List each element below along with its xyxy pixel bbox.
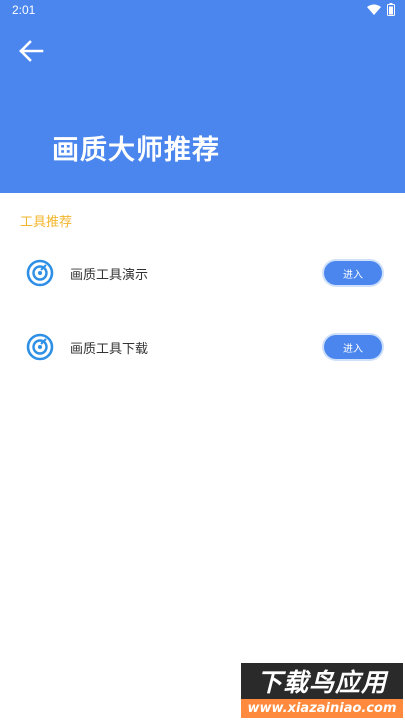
wifi-icon (367, 4, 381, 15)
arrow-left-icon (19, 40, 44, 62)
target-icon (26, 333, 54, 361)
watermark: 下载鸟应用 www.xiazainiao.com (241, 663, 403, 718)
target-icon (26, 259, 54, 287)
app-header: 2:01 画质大师推荐 (0, 0, 405, 193)
battery-icon (387, 3, 395, 16)
tool-item-label: 画质工具演示 (70, 268, 149, 283)
section-title: 工具推荐 (20, 215, 73, 230)
page-title: 画质大师推荐 (52, 135, 220, 166)
watermark-title: 下载鸟应用 (241, 663, 403, 699)
enter-button[interactable]: 进入 (324, 261, 382, 285)
back-button[interactable] (16, 37, 46, 65)
status-time: 2:01 (12, 3, 36, 17)
tool-item-demo[interactable]: 画质工具演示 进入 (0, 252, 405, 292)
tool-item-label: 画质工具下载 (70, 342, 149, 357)
tool-item-download[interactable]: 画质工具下载 进入 (0, 326, 405, 366)
status-icons (367, 3, 395, 16)
watermark-url: www.xiazainiao.com (241, 699, 403, 718)
enter-button[interactable]: 进入 (324, 335, 382, 359)
